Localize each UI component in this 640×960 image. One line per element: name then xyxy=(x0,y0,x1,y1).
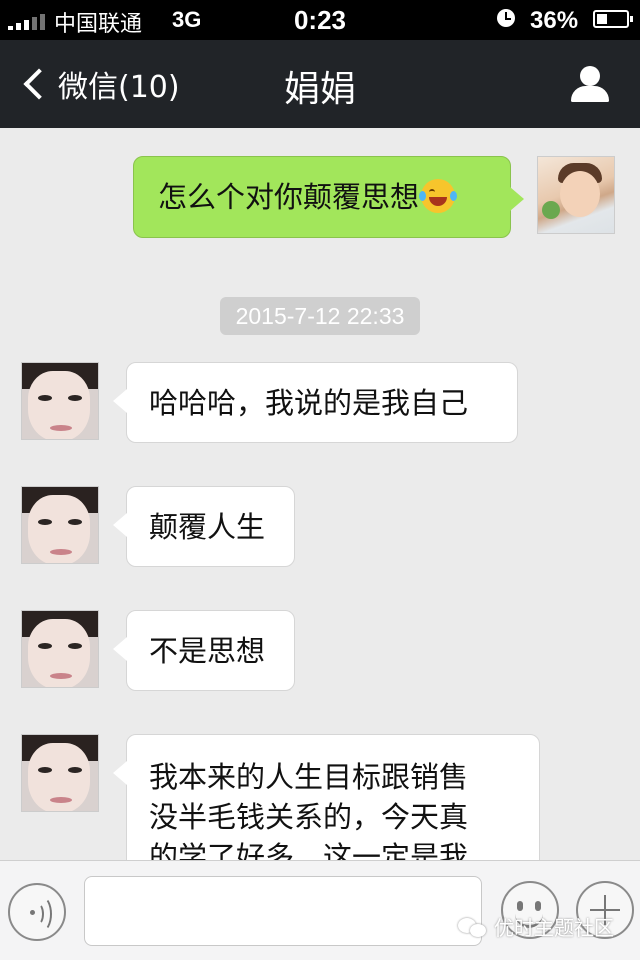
profile-button[interactable] xyxy=(570,64,610,104)
contact-avatar[interactable] xyxy=(21,610,99,688)
chat-title: 娟娟 xyxy=(283,69,356,110)
message-text: 颠覆人生 xyxy=(149,510,266,544)
wechat-logo-icon xyxy=(458,916,488,938)
my-avatar[interactable] xyxy=(537,156,615,234)
battery-percent: 36% xyxy=(530,7,579,34)
nav-bar: 微信(10) 娟娟 xyxy=(0,40,640,128)
outgoing-message-bubble[interactable]: 怎么个对你颠覆思想 xyxy=(133,156,524,238)
message-input[interactable] xyxy=(84,876,482,946)
status-bar: 中国联通 3G 0:23 36% xyxy=(0,0,640,40)
watermark: 优时主题社区 xyxy=(458,912,614,941)
input-bar xyxy=(0,860,640,960)
smiley-icon xyxy=(517,901,523,911)
watermark-text: 优时主题社区 xyxy=(494,916,614,940)
message-timestamp: 2015-7-12 22:33 xyxy=(220,297,420,335)
incoming-message-bubble[interactable]: 颠覆人生 xyxy=(113,486,295,567)
message-text: 不是思想 xyxy=(149,634,266,668)
incoming-message-bubble[interactable]: 哈哈哈，我说的是我自己 xyxy=(113,362,518,443)
person-icon xyxy=(580,66,600,86)
incoming-message-bubble[interactable]: 我本来的人生目标跟销售 没半毛钱关系的，今天真 的学了好多，这一定是我 xyxy=(113,734,540,874)
contact-avatar[interactable] xyxy=(21,734,99,812)
message-line: 没半毛钱关系的，今天真 xyxy=(149,800,469,834)
battery-icon xyxy=(593,10,633,28)
message-line: 我本来的人生目标跟销售 xyxy=(149,760,469,794)
incoming-message-bubble[interactable]: 不是思想 xyxy=(113,610,295,691)
message-text: 怎么个对你颠覆思想 xyxy=(158,180,420,214)
voice-button[interactable] xyxy=(8,883,66,941)
contact-avatar[interactable] xyxy=(21,486,99,564)
crying-laughing-emoji-icon xyxy=(419,179,458,213)
alarm-icon xyxy=(497,9,515,27)
message-text: 哈哈哈，我说的是我自己 xyxy=(149,386,469,420)
contact-avatar[interactable] xyxy=(21,362,99,440)
